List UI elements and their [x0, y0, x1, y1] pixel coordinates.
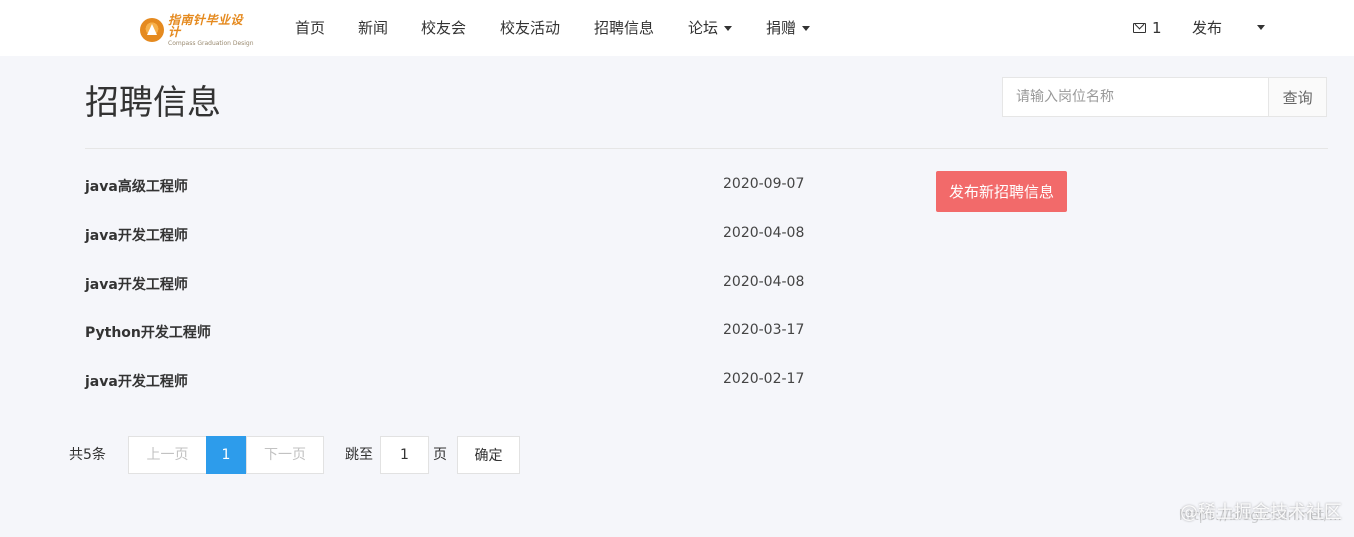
- pagination-total: 共5条: [69, 447, 106, 463]
- nav-item-alumni-activities[interactable]: 校友活动: [500, 0, 560, 56]
- job-date: 2020-04-08: [723, 274, 805, 290]
- chevron-down-icon: [724, 26, 733, 31]
- top-navbar: 指南针毕业设计 Compass Graduation Design 首页 新闻 …: [0, 0, 1354, 56]
- mail-icon: [1133, 23, 1146, 33]
- nav-item-home[interactable]: 首页: [295, 0, 325, 56]
- search-button[interactable]: 查询: [1268, 78, 1326, 116]
- job-date: 2020-03-17: [723, 322, 805, 338]
- job-title[interactable]: java开发工程师: [85, 274, 188, 294]
- job-list-item[interactable]: java开发工程师 2020-04-08: [85, 225, 805, 247]
- logo-title: 指南针毕业设计: [168, 12, 244, 39]
- page-unit-label: 页: [433, 447, 447, 463]
- watermark: @稀土掘金技术社区: [1180, 502, 1342, 523]
- nav-item-forum[interactable]: 论坛: [688, 0, 733, 56]
- jump-confirm-button[interactable]: 确定: [457, 436, 520, 474]
- post-new-job-button[interactable]: 发布新招聘信息: [936, 171, 1067, 212]
- job-title[interactable]: Python开发工程师: [85, 322, 211, 342]
- nav-item-recruitment[interactable]: 招聘信息: [594, 0, 654, 56]
- message-count: 1: [1152, 19, 1162, 37]
- logo-subtitle: Compass Graduation Design: [168, 39, 254, 47]
- header-divider: [85, 148, 1328, 149]
- jump-page-input[interactable]: [380, 436, 429, 474]
- nav-publish-link[interactable]: 发布: [1192, 0, 1222, 56]
- job-list-item[interactable]: Python开发工程师 2020-03-17: [85, 322, 805, 344]
- job-date: 2020-04-08: [723, 225, 805, 241]
- user-menu-chevron-down-icon[interactable]: [1257, 25, 1265, 30]
- job-date: 2020-02-17: [723, 371, 805, 387]
- chevron-down-icon: [802, 26, 811, 31]
- job-date: 2020-09-07: [723, 176, 805, 192]
- messages-link[interactable]: 1: [1133, 0, 1162, 56]
- site-logo[interactable]: 指南针毕业设计 Compass Graduation Design: [140, 14, 255, 46]
- jump-to-label: 跳至: [345, 447, 373, 463]
- current-page-button[interactable]: 1: [206, 436, 246, 474]
- job-list-item[interactable]: java开发工程师 2020-02-17: [85, 371, 805, 393]
- job-title[interactable]: java开发工程师: [85, 225, 188, 245]
- job-search-form: 查询: [1002, 77, 1327, 117]
- next-page-button[interactable]: 下一页: [246, 436, 324, 474]
- nav-item-news[interactable]: 新闻: [358, 0, 388, 56]
- job-search-input[interactable]: [1003, 78, 1269, 116]
- nav-item-donation[interactable]: 捐赠: [766, 0, 811, 56]
- page-title: 招聘信息: [85, 83, 221, 123]
- job-list-item[interactable]: java高级工程师 2020-09-07: [85, 176, 805, 198]
- job-title[interactable]: java高级工程师: [85, 176, 188, 196]
- nav-item-alumni-association[interactable]: 校友会: [421, 0, 466, 56]
- prev-page-button[interactable]: 上一页: [128, 436, 207, 474]
- job-list-item[interactable]: java开发工程师 2020-04-08: [85, 274, 805, 296]
- compass-logo-icon: [140, 18, 164, 42]
- job-title[interactable]: java开发工程师: [85, 371, 188, 391]
